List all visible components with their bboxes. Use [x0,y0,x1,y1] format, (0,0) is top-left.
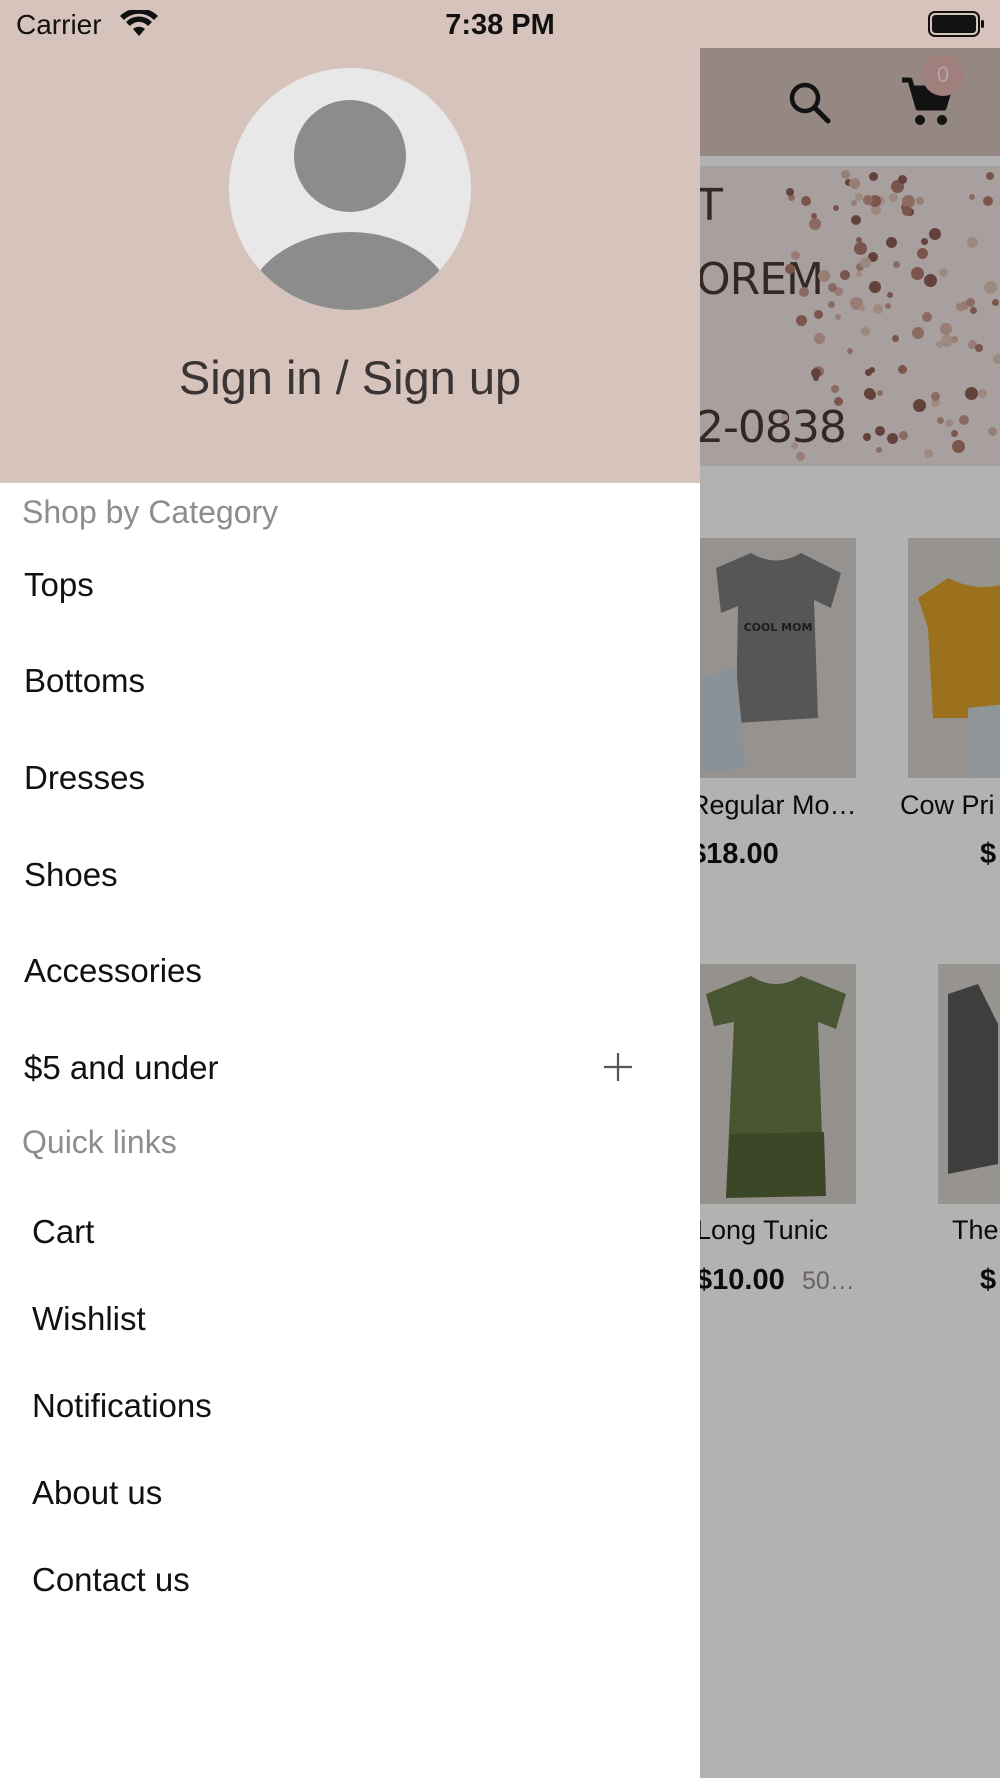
quick-link-about-us[interactable]: About us [0,1452,700,1538]
plus-icon[interactable] [600,1049,636,1085]
category-item-5-and-under[interactable]: $5 and under [0,1023,700,1119]
quick-link-label: Wishlist [32,1300,146,1337]
battery-icon [928,11,984,37]
shop-by-category-heading: Shop by Category [22,494,279,530]
category-label: Bottoms [24,662,146,699]
quick-link-label: Contact us [32,1561,190,1598]
category-label: Tops [24,566,94,603]
category-item-accessories[interactable]: Accessories [0,926,700,1022]
category-item-tops[interactable]: Tops [0,540,700,636]
quick-links-heading: Quick links [22,1124,177,1160]
category-item-dresses[interactable]: Dresses [0,733,700,829]
avatar-body-shape [245,232,455,310]
quick-link-cart[interactable]: Cart [0,1191,700,1277]
status-time: 7:38 PM [445,9,555,41]
quick-link-label: Cart [32,1213,95,1250]
quick-link-label: About us [32,1474,163,1511]
avatar-head-shape [294,100,406,212]
category-item-shoes[interactable]: Shoes [0,830,700,926]
drawer-header: Sign in / Sign up [0,0,700,483]
quick-link-notifications[interactable]: Notifications [0,1365,700,1451]
quick-link-label: Notifications [32,1387,212,1424]
quick-link-wishlist[interactable]: Wishlist [0,1278,700,1364]
quick-link-contact-us[interactable]: Contact us [0,1539,700,1625]
avatar[interactable] [229,68,471,310]
navigation-drawer: Sign in / Sign up Shop by Category Tops … [0,0,700,1778]
category-label: Dresses [24,759,146,796]
category-label: Accessories [24,952,202,989]
sign-in-button[interactable]: Sign in / Sign up [0,350,700,405]
category-label: Shoes [24,856,118,893]
category-label: $5 and under [24,1049,219,1086]
category-item-bottoms[interactable]: Bottoms [0,636,700,732]
status-bar: Carrier 7:38 PM [0,0,1000,48]
